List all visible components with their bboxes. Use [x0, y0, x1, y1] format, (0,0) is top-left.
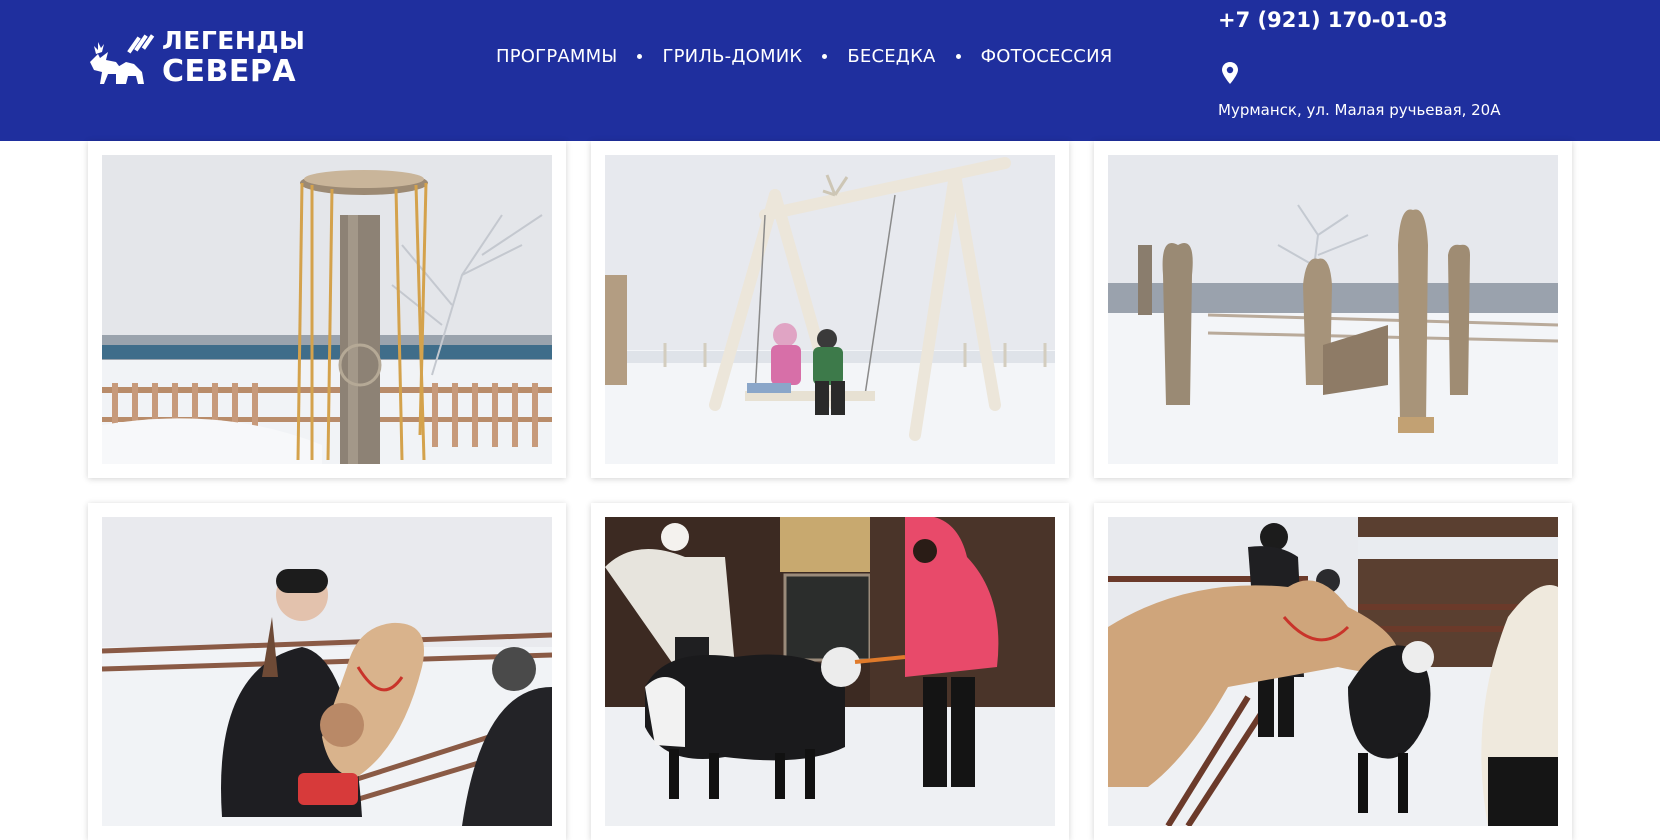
- site-header: ЛЕГЕНДЫ СЕВЕРА ПРОГРАММЫ ГРИЛЬ-ДОМИК БЕС…: [0, 0, 1660, 141]
- gallery-card[interactable]: [88, 141, 566, 478]
- brand-name-line2: СЕВЕРА: [162, 54, 297, 89]
- main-nav: ПРОГРАММЫ ГРИЛЬ-ДОМИК БЕСЕДКА ФОТОСЕССИЯ: [496, 44, 1112, 68]
- gallery-card[interactable]: [1094, 503, 1572, 840]
- brand-logo[interactable]: ЛЕГЕНДЫ СЕВЕРА: [86, 26, 305, 90]
- nav-separator: [955, 53, 961, 59]
- gallery-card[interactable]: [1094, 141, 1572, 478]
- gallery-card[interactable]: [591, 503, 1069, 840]
- gallery-card[interactable]: [591, 141, 1069, 478]
- nav-item-grill-house[interactable]: ГРИЛЬ-ДОМИК: [662, 46, 802, 67]
- gallery-photo-swing[interactable]: [605, 155, 1055, 464]
- gallery-photo-goat[interactable]: [605, 517, 1055, 826]
- brand-name-line1: ЛЕГЕНДЫ: [162, 26, 306, 55]
- gallery-photo-totem[interactable]: [102, 155, 552, 464]
- nav-item-gazebo[interactable]: БЕСЕДКА: [847, 46, 935, 67]
- photo-gallery: [0, 141, 1660, 840]
- address-text: Мурманск, ул. Малая ручьевая, 20А: [1218, 101, 1501, 119]
- nav-separator: [822, 53, 828, 59]
- gallery-photo-girl-pony[interactable]: [102, 517, 552, 826]
- nav-separator: [637, 53, 643, 59]
- nav-item-photoshoot[interactable]: ФОТОСЕССИЯ: [981, 46, 1113, 67]
- location-pin-icon: [1222, 62, 1238, 84]
- phone-link[interactable]: +7 (921) 170-01-03: [1218, 8, 1448, 32]
- gallery-photo-pony-goat[interactable]: [1108, 517, 1558, 826]
- reindeer-logo-icon: [90, 34, 155, 84]
- gallery-card[interactable]: [88, 503, 566, 840]
- nav-item-programs[interactable]: ПРОГРАММЫ: [496, 46, 617, 67]
- gallery-photo-sculptures[interactable]: [1108, 155, 1558, 464]
